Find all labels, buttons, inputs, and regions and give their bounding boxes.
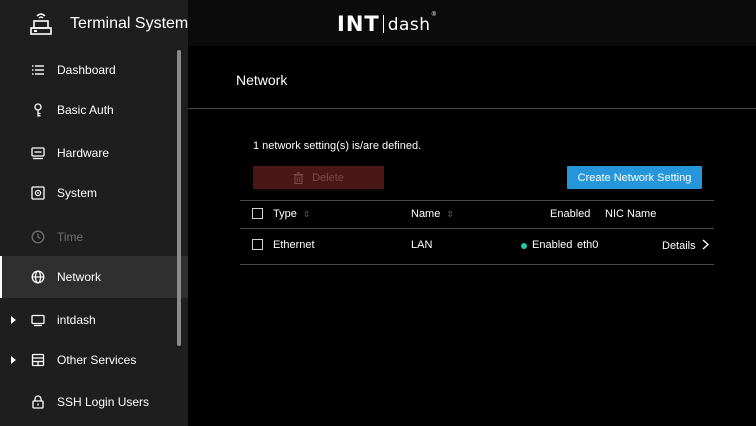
page-title: Network [236,72,288,88]
row-checkbox[interactable] [252,239,263,250]
chevron-right-icon [702,239,709,250]
sort-icon: ⇳ [302,209,311,219]
divider [188,108,756,109]
expand-caret-icon[interactable] [11,356,16,364]
details-link[interactable]: Details [662,239,709,252]
sidebar-item-ssh-login-users[interactable]: SSH Login Users [0,381,188,423]
sidebar-item-time: Time [0,216,188,258]
trash-icon [293,171,304,184]
sidebar: Dashboard Basic Auth Hardware System Tim… [0,46,188,426]
sidebar-item-network[interactable]: Network [0,256,188,298]
sidebar-item-dashboard[interactable]: Dashboard [0,49,188,91]
sidebar-item-system[interactable]: System [0,172,188,214]
delete-button-label: Delete [312,171,344,184]
brand: Terminal System [0,0,188,46]
terminal-device-icon [30,13,52,35]
key-icon [34,103,42,117]
system-icon [31,186,45,200]
sidebar-item-label: Time [57,230,84,244]
cell-nic-name: eth0 [577,239,599,251]
hardware-icon [31,147,45,160]
cell-enabled: Enabled [532,239,573,251]
sidebar-scrollbar[interactable] [177,50,181,346]
column-header-enabled: Enabled [550,208,591,220]
table-top-border [240,200,714,201]
create-network-setting-button[interactable]: Create Network Setting [567,166,702,189]
cell-type: Ethernet [273,239,315,251]
app-title: Terminal System [70,15,189,32]
sidebar-item-basic-auth[interactable]: Basic Auth [0,89,188,131]
clock-icon [31,230,45,244]
expand-caret-icon[interactable] [11,316,16,324]
column-header-name[interactable]: Name ⇳ [411,208,454,220]
sort-icon: ⇳ [446,209,454,219]
sidebar-item-label: Other Services [57,353,137,367]
sidebar-item-label: SSH Login Users [57,395,150,409]
top-bar: Terminal System INT dash ® [0,0,756,46]
select-all-checkbox[interactable] [252,208,263,219]
settings-count-text: 1 network setting(s) is/are defined. [253,140,422,152]
delete-button[interactable]: Delete [253,166,384,189]
intdash-logo: INT dash ® [337,12,436,36]
cell-name: LAN [411,239,433,251]
table-bottom-border [240,264,714,265]
sidebar-item-label: Hardware [57,146,110,160]
sidebar-item-label: Dashboard [57,63,116,77]
table-header-border [240,228,714,229]
services-icon [31,353,45,367]
monitor-icon [31,314,45,327]
sidebar-item-other-services[interactable]: Other Services [0,339,188,381]
create-button-label: Create Network Setting [577,171,692,184]
sidebar-item-label: Basic Auth [57,103,114,117]
column-header-type[interactable]: Type ⇳ [273,208,310,220]
main-content: Network 1 network setting(s) is/are defi… [188,46,756,426]
sidebar-item-label: Network [57,270,102,284]
sidebar-item-label: intdash [57,313,96,327]
enabled-status-dot [521,243,527,249]
globe-icon [31,270,45,284]
list-icon [32,65,44,75]
sidebar-item-hardware[interactable]: Hardware [0,132,188,174]
lock-icon [32,395,44,409]
sidebar-item-label: System [57,186,98,200]
column-header-nic-name: NIC Name [605,208,657,220]
sidebar-item-intdash[interactable]: intdash [0,299,188,341]
